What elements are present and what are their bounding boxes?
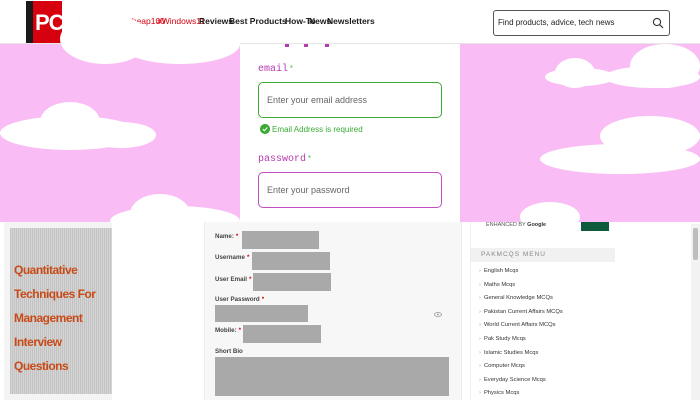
search-powered-by: ENHANCED BY Google [486,222,546,228]
user-password-label: User Password * [215,296,265,303]
menu-item-label: Everyday Science Mcqs [483,377,546,383]
short-bio-field[interactable] [215,357,449,396]
required-star: * [289,65,294,74]
menu-item-label: Pakistan Current Affairs MCQs [483,309,563,315]
username-field[interactable] [252,252,330,270]
menu-item-computer[interactable]: › Computer Mcqs [479,363,525,369]
menu-item-maths[interactable]: › Maths Mcqs [479,282,515,288]
menu-header: PAKMCQS MENU [471,248,615,262]
book-cover-image[interactable]: Quantitative Techniques For Management I… [10,228,112,394]
menu-item-label: General Knowledge MCQs [483,295,553,301]
email-label: email* [258,64,294,75]
email-field[interactable]: Enter your email address [258,82,442,118]
powered-by-brand: Google [527,222,547,228]
email-label-text: email [258,64,289,75]
screen: 40 YEARS PC #ThePCMagCheap100 #Windows11… [0,0,700,400]
name-field[interactable] [242,231,319,249]
logo-anniversary-text: 40 YEARS [22,5,29,35]
password-placeholder: Enter your password [267,185,350,195]
user-password-field[interactable] [215,305,308,322]
menu-item-pak-study[interactable]: › Pak Study Mcqs [479,336,526,342]
menu-title: PAKMCQS MENU [481,251,546,258]
nav-newsletters[interactable]: Newsletters [327,16,375,30]
menu-item-islamic-studies[interactable]: › Islamic Studies Mcqs [479,350,538,356]
name-label: Name: * [215,233,239,240]
password-label-text: password [258,154,307,165]
search-icon[interactable] [652,17,664,29]
menu-item-pak-current-affairs[interactable]: › Pakistan Current Affairs MCQs [479,309,563,315]
check-circle-icon [260,124,270,134]
sidebar-search-button[interactable] [581,222,609,231]
email-placeholder: Enter your email address [267,95,368,105]
left-column: Quantitative Techniques For Management I… [4,222,112,400]
logo-text: PC [35,10,65,35]
menu-item-physics[interactable]: › Physics Mcqs [479,390,519,396]
user-email-field[interactable] [253,273,331,291]
menu-item-english[interactable]: › English Mcqs [479,268,518,274]
menu-item-label: Maths Mcqs [483,282,516,288]
cloud [540,144,700,174]
password-label: password* [258,154,312,165]
cloud [120,24,240,64]
menu-item-label: Pak Study Mcqs [483,336,526,342]
user-email-label: User Email * [215,276,252,283]
menu-item-world-current-affairs[interactable]: › World Current Affairs MCQs [479,322,556,328]
username-label: Username * [215,254,250,261]
cloud [605,66,700,88]
nav-best-products[interactable]: Best Products [229,16,287,30]
eye-icon[interactable] [434,312,442,317]
mobile-label: Mobile: * [215,327,242,334]
book-title: Quantitative Techniques For Management I… [14,263,96,373]
menu-item-label: World Current Affairs MCQs [483,322,556,328]
password-field[interactable]: Enter your password [258,172,442,208]
short-bio-label: Short Bio [215,348,243,355]
site-search-input[interactable]: Find products, advice, tech news [493,10,670,36]
cloud [86,122,156,148]
pcmag-logo[interactable]: 40 YEARS PC [22,1,65,43]
menu-item-label: English Mcqs [483,268,519,274]
search-placeholder: Find products, advice, tech news [498,18,615,27]
email-error-text: Email Address is required [272,125,363,134]
right-sidebar: ENHANCED BY Google PAKMCQS MENU › English… [470,222,615,400]
powered-by-text: ENHANCED BY [486,222,526,228]
mobile-field[interactable] [243,325,321,343]
menu-item-everyday-science[interactable]: › Everyday Science Mcqs [479,377,546,383]
logo-anniversary-strip: 40 YEARS [22,1,33,43]
menu-item-label: Computer Mcqs [483,363,525,369]
scrollbar-thumb[interactable] [693,228,698,260]
required-star: * [307,155,312,164]
menu-item-label: Islamic Studies Mcqs [483,350,539,356]
menu-item-label: Physics Mcqs [483,390,520,396]
cropped-heading-fragment [285,44,331,47]
menu-item-gk[interactable]: › General Knowledge MCQs [479,295,553,301]
